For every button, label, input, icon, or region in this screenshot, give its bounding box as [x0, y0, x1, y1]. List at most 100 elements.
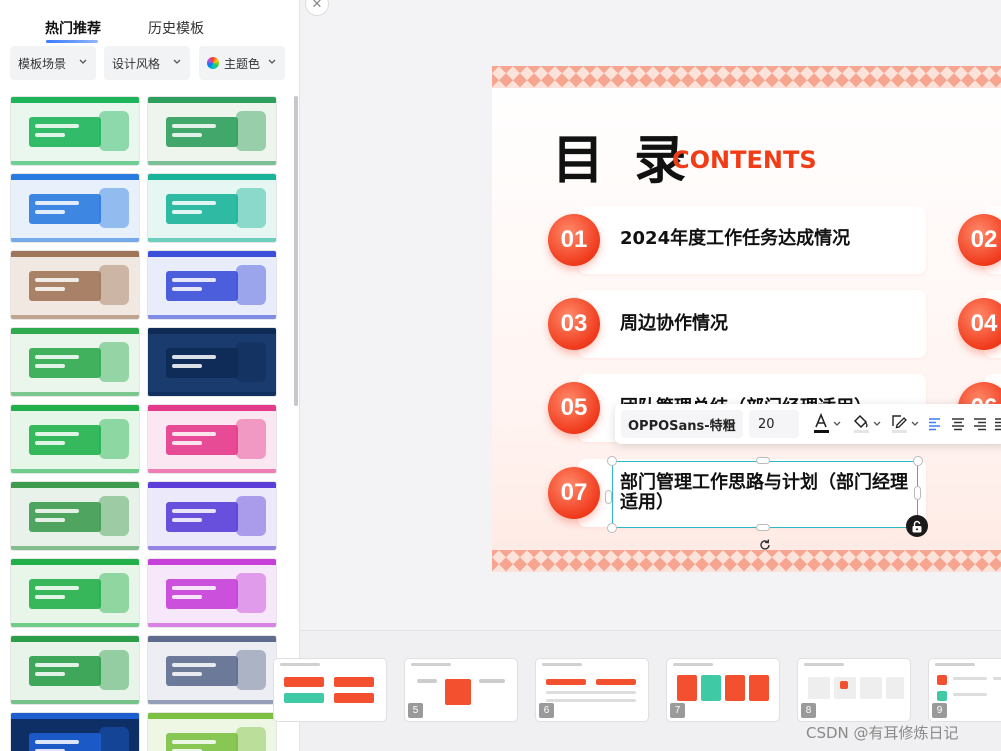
toc-number: 01: [548, 214, 600, 266]
thumbnail-graphic: [172, 663, 216, 667]
thumbnail-graphic: [35, 432, 79, 436]
toc-number: 04: [958, 298, 1001, 350]
thumbnail-graphic: [937, 675, 947, 685]
template-thumbnail[interactable]: [147, 96, 277, 166]
filter-bar: 模板场景 设计风格 主题色: [10, 46, 286, 80]
thumbnail-graphic: [334, 693, 374, 703]
thumbnail-graphic: [172, 355, 216, 359]
slide-thumbnail[interactable]: 7: [666, 658, 780, 722]
resize-handle[interactable]: [914, 486, 921, 500]
font-size-input[interactable]: [749, 410, 799, 438]
rotate-icon[interactable]: [758, 538, 772, 552]
template-thumbnail[interactable]: [147, 635, 277, 705]
thumbnail-graphic: [35, 287, 65, 291]
color-wheel-icon: [207, 57, 219, 69]
slide-thumbnail[interactable]: 6: [535, 658, 649, 722]
thumbnail-graphic: [993, 677, 1001, 680]
watermark: CSDN @有耳修炼日记: [806, 724, 959, 742]
thumbnail-graphic: [99, 188, 129, 228]
border-color-button[interactable]: [889, 412, 921, 436]
close-panel-button[interactable]: ✕: [305, 0, 329, 16]
thumbnail-graphic: [148, 700, 276, 704]
toc-number: 02: [958, 214, 1001, 266]
align-center-button[interactable]: [950, 412, 966, 436]
thumbnail-graphic: [172, 210, 202, 214]
thumbnail-graphic: [29, 425, 101, 455]
template-thumbnail[interactable]: [10, 635, 140, 705]
toc-item-text[interactable]: 周边协作情况: [620, 314, 728, 334]
thumbnail-graphic: [35, 518, 65, 522]
toc-number: 07: [548, 467, 600, 519]
filter-theme-color-label: 主题色: [224, 56, 261, 71]
template-thumbnail[interactable]: [10, 481, 140, 551]
panel-scrollbar[interactable]: [294, 96, 298, 406]
thumbnail-graphic: [677, 675, 697, 701]
toc-item-text[interactable]: 2024年度工作任务达成情况: [620, 229, 850, 249]
slide-thumbnail[interactable]: [273, 658, 387, 722]
font-family-select[interactable]: OPPOSans-特粗: [621, 410, 743, 438]
tab-history-templates[interactable]: 历史模板: [148, 18, 204, 38]
text-selection-box[interactable]: [612, 461, 918, 528]
thumbnail-graphic: [11, 238, 139, 242]
slide-thumbnail[interactable]: 5: [404, 658, 518, 722]
resize-handle[interactable]: [756, 457, 770, 464]
template-thumbnail[interactable]: [10, 404, 140, 474]
thumbnail-graphic: [148, 405, 276, 411]
thumbnail-graphic: [35, 663, 79, 667]
thumbnail-graphic: [166, 425, 238, 455]
thumbnail-graphic: [886, 677, 904, 699]
checker-border-bottom: [492, 550, 1001, 572]
align-left-button[interactable]: [927, 412, 943, 436]
resize-handle[interactable]: [607, 523, 617, 533]
align-justify-button[interactable]: [994, 412, 1001, 436]
thumbnail-graphic: [99, 111, 129, 151]
template-thumbnail[interactable]: [10, 712, 140, 751]
thumbnail-graphic: [411, 663, 451, 666]
thumbnail-graphic: [99, 573, 129, 613]
template-thumbnail[interactable]: [147, 404, 277, 474]
template-thumbnail[interactable]: [10, 558, 140, 628]
resize-handle[interactable]: [605, 490, 612, 504]
thumbnail-graphic: [280, 663, 320, 666]
template-thumbnail[interactable]: [147, 327, 277, 397]
thumbnail-graphic: [29, 348, 101, 378]
thumbnail-graphic: [11, 469, 139, 473]
thumbnail-graphic: [236, 650, 266, 690]
thumbnail-graphic: [11, 392, 139, 396]
thumbnail-graphic: [35, 441, 65, 445]
slide-thumbnail[interactable]: 9: [928, 658, 1001, 722]
template-thumbnail[interactable]: [147, 173, 277, 243]
align-right-button[interactable]: [972, 412, 988, 436]
lock-button[interactable]: [906, 515, 928, 537]
resize-handle[interactable]: [913, 456, 923, 466]
template-thumbnail[interactable]: [10, 96, 140, 166]
template-thumbnail[interactable]: [147, 558, 277, 628]
thumbnail-graphic: [148, 315, 276, 319]
thumbnail-graphic: [172, 124, 216, 128]
toc-number: 03: [548, 298, 600, 350]
template-thumbnail[interactable]: [147, 712, 277, 751]
filter-theme-color[interactable]: 主题色: [199, 46, 285, 80]
thumbnail-graphic: [11, 97, 139, 103]
slide-number-badge: 6: [539, 703, 554, 718]
template-thumbnail[interactable]: [10, 327, 140, 397]
resize-handle[interactable]: [607, 456, 617, 466]
template-thumbnail[interactable]: [10, 173, 140, 243]
template-thumbnail[interactable]: [10, 250, 140, 320]
template-thumbnail[interactable]: [147, 250, 277, 320]
slide-subtitle[interactable]: CONTENTS: [672, 146, 817, 174]
slide-thumbnail[interactable]: 8: [797, 658, 911, 722]
filter-scene[interactable]: 模板场景: [10, 46, 96, 80]
template-thumbnail[interactable]: [147, 481, 277, 551]
fill-color-button[interactable]: [851, 412, 883, 436]
thumbnail-graphic: [166, 348, 238, 378]
resize-handle[interactable]: [756, 524, 770, 531]
thumbnail-graphic: [11, 636, 139, 642]
filter-style[interactable]: 设计风格: [104, 46, 190, 80]
thumbnail-graphic: [29, 502, 101, 532]
thumbnail-graphic: [148, 97, 276, 103]
thumbnail-graphic: [236, 727, 266, 751]
font-color-button[interactable]: [811, 412, 843, 436]
tab-hot-recommend[interactable]: 热门推荐: [45, 18, 101, 38]
thumbnail-graphic: [172, 133, 202, 137]
